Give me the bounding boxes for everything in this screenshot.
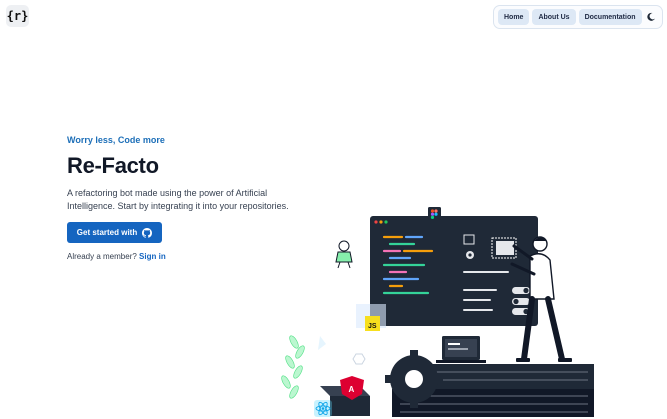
hero-eyebrow: Worry less, Code more (67, 135, 165, 145)
page-title: Re-Facto (67, 153, 159, 178)
toggle-switch-group (512, 287, 530, 315)
nav-documentation-button[interactable]: Documentation (578, 9, 642, 25)
react-icon (314, 400, 332, 417)
svg-text:A: A (349, 385, 355, 394)
robot-icon (335, 240, 353, 269)
hero-description: A refactoring bot made using the power o… (67, 188, 289, 211)
hexagon-icon (352, 353, 366, 365)
laptop-icon (436, 336, 486, 363)
sign-in-link[interactable]: Sign in (139, 252, 166, 261)
plant-leaves (281, 335, 305, 399)
figma-icon (428, 207, 441, 220)
js-badge-label: JS (368, 323, 377, 330)
top-nav: Home About Us Documentation (493, 5, 663, 29)
code-editor-window (370, 216, 538, 326)
javascript-badge: JS (356, 304, 386, 331)
developer-illustration: JS A (281, 207, 594, 417)
get-started-button[interactable]: Get started with (67, 222, 162, 243)
moon-icon (647, 12, 656, 21)
logo[interactable]: {r} (6, 5, 29, 27)
member-prompt-text: Already a member? (67, 252, 137, 261)
settings-gear-icon (466, 251, 474, 259)
theme-toggle-button[interactable] (645, 9, 658, 25)
nav-home-button[interactable]: Home (498, 9, 530, 25)
nav-about-us-button[interactable]: About Us (532, 9, 576, 25)
github-icon (142, 227, 153, 238)
get-started-label: Get started with (76, 228, 138, 237)
